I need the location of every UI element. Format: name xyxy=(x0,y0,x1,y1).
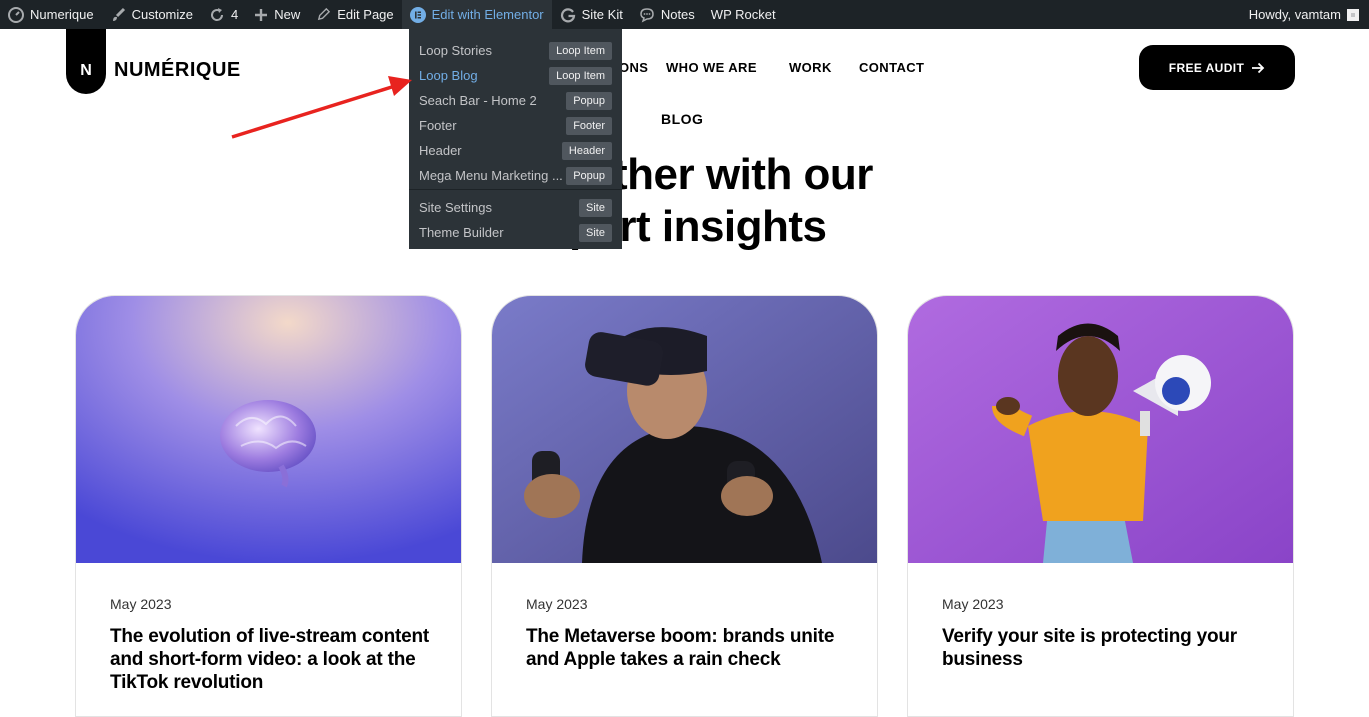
dropdown-item-label: Header xyxy=(419,143,462,158)
dropdown-item-label: Loop Stories xyxy=(419,43,492,58)
dropdown-item-badge: Footer xyxy=(566,116,612,135)
updates-count: 4 xyxy=(231,7,239,22)
elementor-dropdown-menu: Loop Stories Loop Item Loop Blog Loop It… xyxy=(409,29,622,249)
blog-card[interactable]: May 2023 The evolution of live-stream co… xyxy=(75,295,462,717)
notes-label: Notes xyxy=(660,7,695,22)
admin-bar-elementor[interactable]: Edit with Elementor xyxy=(401,0,552,29)
new-label: New xyxy=(274,7,301,22)
dropdown-item-footer[interactable]: Footer Footer xyxy=(409,113,622,138)
nav-blog[interactable]: BLOG xyxy=(661,111,703,127)
nav-solutions[interactable]: ONS xyxy=(619,60,648,75)
edit-page-label: Edit Page xyxy=(337,7,394,22)
logo-text[interactable]: NUMÉRIQUE xyxy=(114,59,241,82)
refresh-icon xyxy=(211,7,224,21)
dropdown-item-label: Seach Bar - Home 2 xyxy=(419,93,537,108)
wp-rocket-label: WP Rocket xyxy=(710,7,776,22)
vr-headset-man-image xyxy=(492,296,877,563)
google-g-icon xyxy=(560,7,575,22)
card-date: May 2023 xyxy=(526,596,588,612)
brush-icon xyxy=(112,7,125,21)
arrow-right-icon xyxy=(1252,62,1265,73)
wp-admin-bar: Numerique Customize 4 New Edit Page Edit… xyxy=(0,0,1369,29)
admin-bar-updates[interactable]: 4 xyxy=(201,0,246,29)
card-title[interactable]: Verify your site is protecting your busi… xyxy=(942,625,1262,671)
brain-image xyxy=(76,296,461,563)
nav-who-we-are[interactable]: WHO WE ARE xyxy=(666,60,757,75)
dropdown-item-badge: Header xyxy=(561,141,612,160)
dropdown-item-badge: Loop Item xyxy=(549,66,612,85)
site-name: Numerique xyxy=(30,7,94,22)
site-kit-label: Site Kit xyxy=(581,7,623,22)
free-audit-button[interactable]: FREE AUDIT xyxy=(1139,45,1295,90)
free-audit-label: FREE AUDIT xyxy=(1168,60,1245,75)
card-date: May 2023 xyxy=(110,596,172,612)
admin-bar-site-kit[interactable]: Site Kit xyxy=(552,0,631,29)
dropdown-item-badge: Site xyxy=(579,198,612,217)
dropdown-item-badge: Loop Item xyxy=(549,41,612,60)
dropdown-item-header[interactable]: Header Header xyxy=(409,138,622,163)
megaphone-woman-image xyxy=(908,296,1293,563)
card-title[interactable]: The Metaverse boom: brands unite and App… xyxy=(526,625,846,671)
card-date: May 2023 xyxy=(942,596,1004,612)
logo-badge[interactable]: N xyxy=(66,29,106,94)
nav-contact[interactable]: CONTACT xyxy=(859,60,924,75)
dropdown-item-label: Loop Blog xyxy=(419,68,478,83)
dropdown-item-badge: Site xyxy=(579,223,612,242)
dropdown-separator xyxy=(409,189,622,190)
dashboard-icon xyxy=(8,6,24,23)
pencil-icon xyxy=(318,7,331,21)
admin-bar-new[interactable]: New xyxy=(246,0,308,29)
card-title[interactable]: The evolution of live-stream content and… xyxy=(110,625,430,694)
speech-bubble-icon xyxy=(640,7,654,22)
admin-bar-edit-page[interactable]: Edit Page xyxy=(308,0,401,29)
admin-bar-wp-rocket[interactable]: WP Rocket xyxy=(703,0,784,29)
dropdown-item-mega-menu[interactable]: Mega Menu Marketing ... Popup xyxy=(409,163,622,188)
elementor-icon xyxy=(409,6,426,23)
blog-card[interactable]: May 2023 The Metaverse boom: brands unit… xyxy=(491,295,878,717)
dropdown-item-badge: Popup xyxy=(566,91,612,110)
admin-bar-notes[interactable]: Notes xyxy=(631,0,703,29)
howdy-text: Howdy, vamtam xyxy=(1248,7,1341,22)
plus-icon xyxy=(255,8,268,21)
admin-bar-site[interactable]: Numerique xyxy=(0,0,102,29)
customize-label: Customize xyxy=(131,7,194,22)
dropdown-item-badge: Popup xyxy=(566,166,612,185)
dropdown-item-label: Mega Menu Marketing ... xyxy=(419,168,563,183)
dropdown-item-theme-builder[interactable]: Theme Builder Site xyxy=(409,220,622,245)
logo-letter: N xyxy=(80,62,92,79)
dropdown-item-site-settings[interactable]: Site Settings Site xyxy=(409,195,622,220)
dropdown-item-search-bar[interactable]: Seach Bar - Home 2 Popup xyxy=(409,88,622,113)
user-avatar xyxy=(1347,8,1359,21)
blog-card[interactable]: May 2023 Verify your site is protecting … xyxy=(907,295,1294,717)
dropdown-item-label: Theme Builder xyxy=(419,225,504,240)
admin-bar-account[interactable]: Howdy, vamtam xyxy=(1249,7,1369,22)
dropdown-item-loop-blog[interactable]: Loop Blog Loop Item xyxy=(409,63,622,88)
nav-work[interactable]: WORK xyxy=(789,60,832,75)
dropdown-item-label: Footer xyxy=(419,118,457,133)
elementor-label: Edit with Elementor xyxy=(431,7,544,22)
admin-bar-customize[interactable]: Customize xyxy=(102,0,201,29)
dropdown-item-label: Site Settings xyxy=(419,200,492,215)
dropdown-item-loop-stories[interactable]: Loop Stories Loop Item xyxy=(409,38,622,63)
